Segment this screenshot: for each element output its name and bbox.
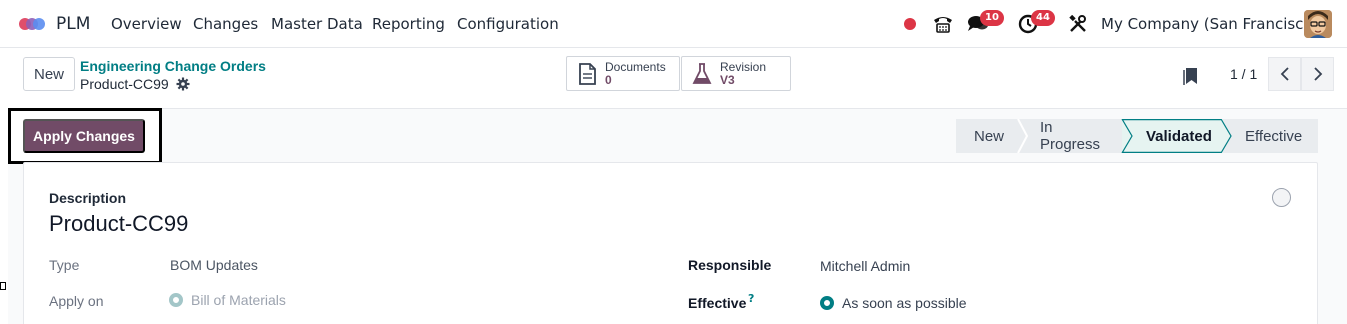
recording-indicator-icon[interactable]: [904, 18, 916, 30]
app-name[interactable]: PLM: [56, 14, 90, 34]
menu-reporting[interactable]: Reporting: [372, 15, 445, 33]
documents-count: 0: [605, 72, 612, 87]
effective-radio[interactable]: [820, 296, 834, 310]
effective-label: Effective: [688, 295, 747, 311]
revision-value: V3: [720, 72, 735, 87]
type-label: Type: [49, 257, 80, 273]
stage-arrows: [1017, 119, 1232, 153]
apply-changes-button[interactable]: Apply Changes: [23, 119, 145, 153]
tools-icon[interactable]: [1069, 15, 1087, 33]
activities-badge: 44: [1031, 10, 1055, 26]
resize-handle: [0, 282, 6, 290]
responsible-label: Responsible: [688, 257, 772, 273]
revision-label: Revision: [720, 59, 767, 74]
apply-on-label: Apply on: [49, 293, 104, 309]
pager-previous-button[interactable]: [1268, 57, 1301, 91]
documents-label: Documents: [605, 59, 666, 74]
messages-badge: 10: [980, 10, 1004, 26]
description-value[interactable]: Product-CC99: [49, 211, 188, 237]
pager-value[interactable]: 1 / 1: [1230, 66, 1257, 82]
breadcrumb-current: Product-CC99: [80, 76, 169, 92]
top-navbar: PLM Overview Changes Master Data Reporti…: [0, 0, 1347, 48]
responsible-value[interactable]: Mitchell Admin: [820, 258, 910, 274]
pager-next-button[interactable]: [1301, 57, 1334, 91]
revision-stat-button[interactable]: Revision V3: [681, 56, 791, 91]
document-icon: [579, 62, 596, 85]
type-value[interactable]: BOM Updates: [170, 257, 258, 273]
gear-icon[interactable]: [176, 77, 190, 91]
bookmark-icon[interactable]: [1183, 66, 1199, 86]
app-logo-icon[interactable]: [19, 14, 49, 34]
user-avatar[interactable]: [1304, 10, 1332, 38]
menu-configuration[interactable]: Configuration: [457, 15, 559, 33]
flask-icon: [692, 62, 712, 84]
effective-value: As soon as possible: [842, 295, 967, 311]
apply-on-radio[interactable]: [169, 293, 183, 307]
effective-help-tooltip[interactable]: ?: [748, 292, 754, 305]
company-switcher[interactable]: My Company (San Francisco): [1101, 15, 1318, 33]
chevron-right-icon: [1313, 67, 1322, 81]
phone-icon[interactable]: [932, 14, 954, 34]
documents-stat-button[interactable]: Documents 0: [566, 56, 680, 91]
description-label: Description: [49, 190, 127, 206]
priority-toggle[interactable]: [1272, 188, 1291, 207]
menu-overview[interactable]: Overview: [111, 15, 182, 33]
menu-changes[interactable]: Changes: [193, 15, 258, 33]
apply-on-value: Bill of Materials: [191, 292, 286, 308]
new-button[interactable]: New: [23, 57, 75, 91]
menu-master-data[interactable]: Master Data: [271, 15, 363, 33]
breadcrumb-parent-link[interactable]: Engineering Change Orders: [80, 58, 266, 74]
chevron-left-icon: [1280, 67, 1289, 81]
